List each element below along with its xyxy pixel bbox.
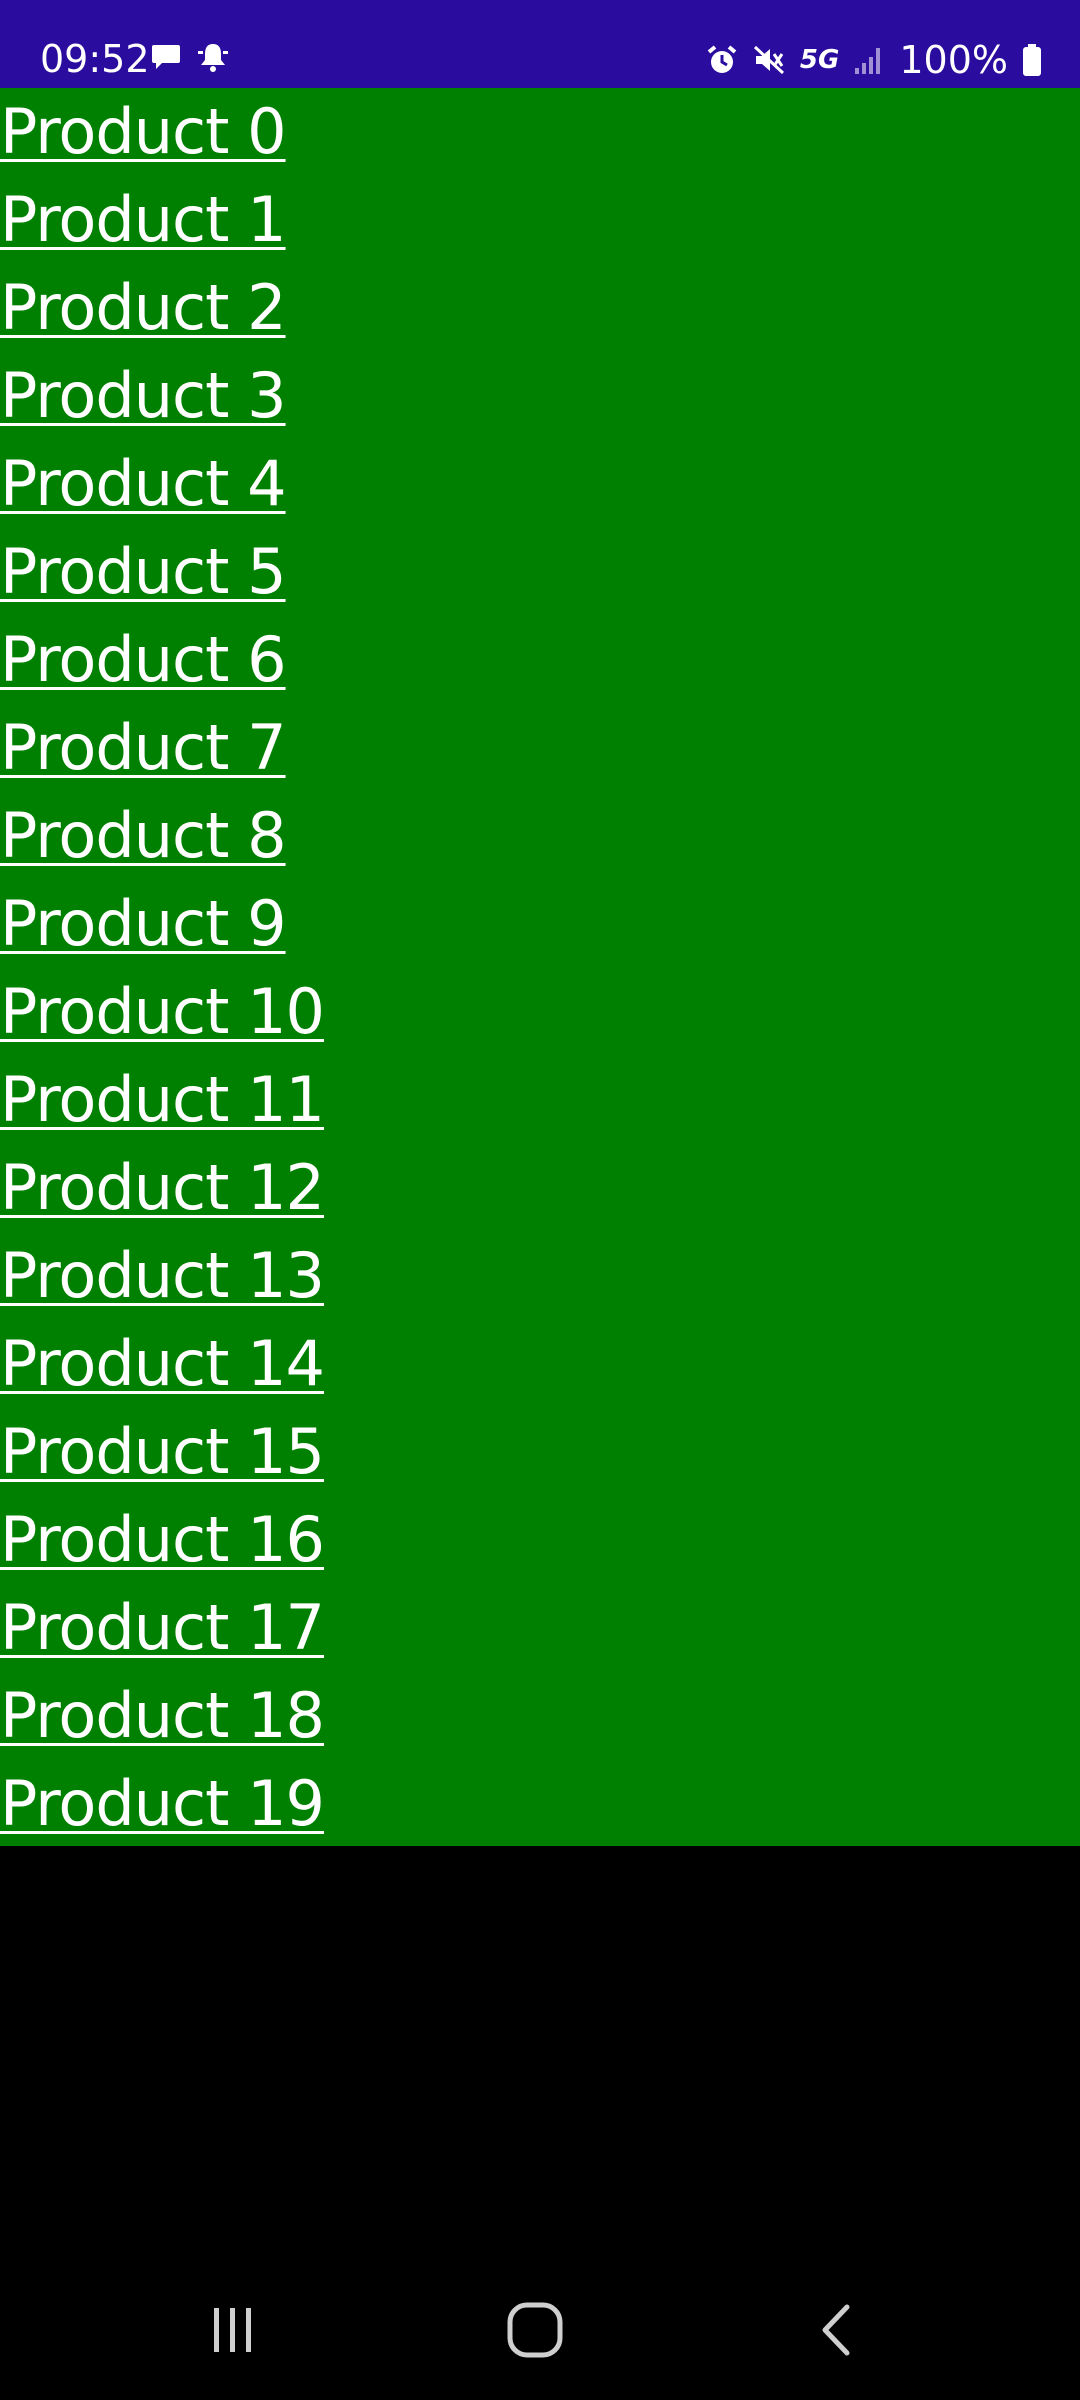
- product-link[interactable]: Product 6: [0, 623, 287, 696]
- battery-icon: [1022, 43, 1042, 77]
- back-button[interactable]: [788, 2280, 888, 2380]
- product-link[interactable]: Product 17: [0, 1591, 325, 1664]
- back-icon: [813, 2302, 863, 2358]
- list-item: Product 3: [0, 352, 1080, 440]
- product-link[interactable]: Product 18: [0, 1679, 325, 1752]
- list-item: Product 6: [0, 616, 1080, 704]
- list-item: Product 7: [0, 704, 1080, 792]
- navigation-bar: [0, 2250, 1080, 2400]
- status-system-icons: 5G 100%: [706, 40, 1042, 80]
- status-bar: 09:52 5G 100%: [0, 0, 1080, 88]
- list-item: Product 8: [0, 792, 1080, 880]
- battery-percentage: 100%: [899, 38, 1008, 82]
- signal-bars-icon: [853, 44, 885, 76]
- vibrate-muted-icon: [752, 44, 786, 76]
- network-5g-icon: 5G: [799, 45, 840, 75]
- list-item: Product 18: [0, 1672, 1080, 1760]
- list-item: Product 17: [0, 1584, 1080, 1672]
- home-button[interactable]: [485, 2280, 585, 2380]
- status-time: 09:52: [40, 37, 150, 81]
- product-link[interactable]: Product 13: [0, 1239, 325, 1312]
- chat-bubble-icon: [150, 41, 182, 73]
- list-item: Product 15: [0, 1408, 1080, 1496]
- product-link[interactable]: Product 10: [0, 975, 325, 1048]
- status-notification-icons: [150, 40, 230, 74]
- list-item: Product 14: [0, 1320, 1080, 1408]
- product-link[interactable]: Product 15: [0, 1415, 325, 1488]
- product-link[interactable]: Product 11: [0, 1063, 325, 1136]
- list-item: Product 4: [0, 440, 1080, 528]
- home-icon: [505, 2300, 565, 2360]
- product-link[interactable]: Product 14: [0, 1327, 325, 1400]
- list-item: Product 10: [0, 968, 1080, 1056]
- list-item: Product 2: [0, 264, 1080, 352]
- list-item: Product 1: [0, 176, 1080, 264]
- product-link[interactable]: Product 3: [0, 359, 287, 432]
- list-item: Product 11: [0, 1056, 1080, 1144]
- product-link[interactable]: Product 12: [0, 1151, 325, 1224]
- notification-bell-icon: [196, 40, 230, 74]
- list-item: Product 12: [0, 1144, 1080, 1232]
- product-link[interactable]: Product 4: [0, 447, 287, 520]
- product-link[interactable]: Product 0: [0, 95, 287, 168]
- list-item: Product 16: [0, 1496, 1080, 1584]
- list-item: Product 13: [0, 1232, 1080, 1320]
- product-link[interactable]: Product 1: [0, 183, 287, 256]
- product-list: Product 0 Product 1 Product 2 Product 3 …: [0, 88, 1080, 1846]
- list-item: Product 19: [0, 1760, 1080, 1848]
- list-item: Product 0: [0, 88, 1080, 176]
- product-link[interactable]: Product 19: [0, 1767, 325, 1840]
- product-link[interactable]: Product 7: [0, 711, 287, 784]
- product-link[interactable]: Product 5: [0, 535, 287, 608]
- list-item: Product 9: [0, 880, 1080, 968]
- list-item: Product 5: [0, 528, 1080, 616]
- product-link[interactable]: Product 2: [0, 271, 287, 344]
- alarm-icon: [706, 44, 738, 76]
- product-link[interactable]: Product 16: [0, 1503, 325, 1576]
- recent-apps-icon: [204, 2302, 260, 2358]
- recent-apps-button[interactable]: [182, 2280, 282, 2380]
- product-link[interactable]: Product 9: [0, 887, 287, 960]
- product-link[interactable]: Product 8: [0, 799, 287, 872]
